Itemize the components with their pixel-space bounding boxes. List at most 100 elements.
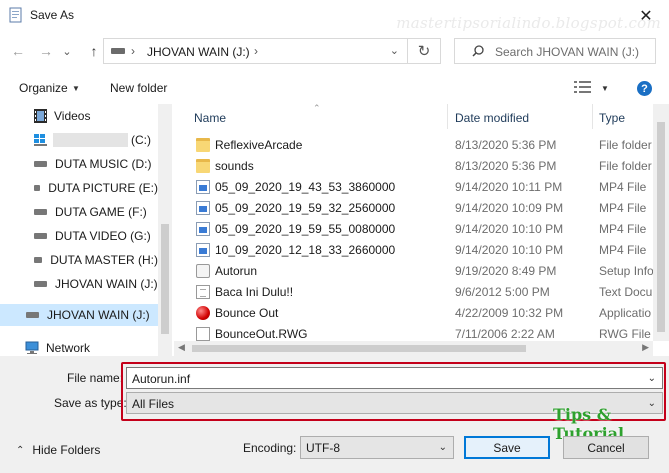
- sidebar-item-j-drive[interactable]: JHOVAN WAIN (J:): [0, 273, 158, 295]
- column-divider[interactable]: [447, 104, 448, 129]
- forward-button[interactable]: →: [36, 42, 56, 60]
- column-header-type[interactable]: Type: [599, 104, 625, 129]
- column-header-name[interactable]: Name: [194, 104, 226, 129]
- file-type: File folder: [599, 159, 652, 173]
- view-dropdown-icon[interactable]: ▼: [601, 84, 609, 93]
- chevron-down-icon: ⌄: [62, 45, 72, 58]
- sidebar-item-d-drive[interactable]: DUTA MUSIC (D:): [0, 153, 158, 175]
- file-name: Baca Ini Dulu!!: [215, 285, 294, 299]
- file-row[interactable]: 10_09_2020_12_18_33_2660000 9/14/2020 10…: [174, 240, 653, 261]
- chevron-down-icon[interactable]: ⌄: [390, 44, 399, 57]
- refresh-button[interactable]: ↻: [408, 38, 441, 64]
- file-name: Autorun: [215, 264, 258, 278]
- column-divider[interactable]: [592, 104, 593, 129]
- file-row[interactable]: 05_09_2020_19_59_55_0080000 9/14/2020 10…: [174, 219, 653, 240]
- file-name: 05_09_2020_19_43_53_3860000: [215, 180, 396, 194]
- sidebar-item-label: DUTA MUSIC (D:): [55, 157, 152, 171]
- scrollbar-thumb[interactable]: [192, 345, 526, 352]
- organize-button[interactable]: Organize: [19, 81, 68, 95]
- help-button[interactable]: ?: [637, 81, 652, 96]
- collapse-icon: ⌃: [16, 444, 25, 456]
- file-row[interactable]: Autorun 9/19/2020 8:49 PM Setup Info: [174, 261, 653, 282]
- breadcrumb-chevron-icon[interactable]: ›: [254, 44, 258, 58]
- file-name: Bounce Out: [215, 306, 279, 320]
- sidebar-item-label: DUTA VIDEO (G:): [55, 229, 151, 243]
- organize-dropdown-icon[interactable]: ▼: [72, 84, 80, 93]
- column-header-date[interactable]: Date modified: [455, 104, 529, 129]
- file-name: ReflexiveArcade: [215, 138, 303, 152]
- recent-locations-button[interactable]: ⌄: [60, 42, 74, 60]
- drive-icon: [34, 281, 47, 287]
- file-type: Applicatio: [599, 306, 652, 320]
- file-name: 05_09_2020_19_59_55_0080000: [215, 222, 396, 236]
- sidebar-item-videos[interactable]: Videos: [0, 105, 158, 127]
- redacted-drive-label: [53, 133, 128, 147]
- sidebar-item-h-drive[interactable]: DUTA MASTER (H:): [0, 249, 158, 271]
- sidebar-item-j-drive-selected[interactable]: JHOVAN WAIN (J:): [0, 304, 158, 326]
- back-button[interactable]: ←: [8, 42, 28, 60]
- sidebar-item-label: Network: [46, 341, 91, 355]
- file-row[interactable]: BounceOut.RWG 7/11/2006 2:22 AM RWG File: [174, 324, 653, 341]
- network-icon: [25, 341, 39, 354]
- sidebar-item-label: DUTA GAME (F:): [55, 205, 147, 219]
- command-bar: Organize ▼ New folder ▼ ?: [0, 72, 669, 104]
- sidebar-item-label: JHOVAN WAIN (J:): [55, 277, 158, 291]
- text-document-icon: [196, 285, 210, 299]
- scrollbar-thumb[interactable]: [657, 122, 665, 332]
- drive-icon: [34, 209, 47, 215]
- setup-info-icon: [196, 264, 210, 278]
- search-input[interactable]: Search JHOVAN WAIN (J:): [454, 38, 656, 64]
- video-file-icon: [196, 222, 210, 236]
- drive-icon: [34, 185, 41, 191]
- video-file-icon: [196, 201, 210, 215]
- breadcrumb[interactable]: JHOVAN WAIN (J:): [147, 45, 250, 59]
- search-icon: [472, 45, 484, 57]
- view-options-icon[interactable]: [574, 80, 592, 94]
- cancel-button[interactable]: Cancel: [563, 436, 649, 459]
- sidebar-scrollbar[interactable]: [158, 104, 172, 356]
- up-button[interactable]: ↑: [84, 42, 104, 60]
- folder-icon: [196, 138, 210, 152]
- scrollbar-thumb[interactable]: [161, 224, 169, 334]
- file-date: 4/22/2009 10:32 PM: [455, 306, 564, 320]
- windows-drive-icon: [34, 134, 47, 146]
- new-folder-button[interactable]: New folder: [110, 81, 167, 95]
- file-list: ⌃ Name Date modified Type ReflexiveArcad…: [174, 104, 653, 341]
- file-type: File folder: [599, 138, 652, 152]
- file-row[interactable]: 05_09_2020_19_43_53_3860000 9/14/2020 10…: [174, 177, 653, 198]
- file-row[interactable]: sounds 8/13/2020 5:36 PM File folder: [174, 156, 653, 177]
- encoding-select[interactable]: UTF-8 ⌄: [300, 436, 454, 459]
- file-date: 9/14/2020 10:10 PM: [455, 222, 564, 236]
- hide-folders-button[interactable]: ⌃ Hide Folders: [16, 443, 100, 457]
- file-name: 10_09_2020_12_18_33_2660000: [215, 243, 396, 257]
- file-row[interactable]: Baca Ini Dulu!! 9/6/2012 5:00 PM Text Do…: [174, 282, 653, 303]
- sidebar-item-g-drive[interactable]: DUTA VIDEO (G:): [0, 225, 158, 247]
- file-type: MP4 File: [599, 243, 647, 257]
- generic-file-icon: [196, 327, 210, 341]
- drive-icon: [26, 312, 39, 318]
- forward-arrow-icon: →: [39, 43, 53, 59]
- sidebar-item-label: DUTA PICTURE (E:): [48, 181, 158, 195]
- close-button[interactable]: ✕: [623, 0, 669, 31]
- save-button[interactable]: Save: [464, 436, 550, 459]
- address-bar[interactable]: › JHOVAN WAIN (J:) › ⌄: [103, 38, 408, 64]
- file-row[interactable]: ReflexiveArcade 8/13/2020 5:36 PM File f…: [174, 135, 653, 156]
- file-row[interactable]: 05_09_2020_19_59_32_2560000 9/14/2020 10…: [174, 198, 653, 219]
- videos-icon: [34, 109, 47, 123]
- search-placeholder: Search JHOVAN WAIN (J:): [495, 45, 640, 59]
- refresh-icon: ↻: [417, 43, 431, 60]
- sidebar-item-e-drive[interactable]: DUTA PICTURE (E:): [0, 177, 158, 199]
- file-row[interactable]: Bounce Out 4/22/2009 10:32 PM Applicatio: [174, 303, 653, 324]
- sidebar-item-c-drive[interactable]: (C:): [0, 129, 158, 151]
- file-date: 9/14/2020 10:11 PM: [455, 180, 563, 194]
- file-list-scrollbar[interactable]: [653, 104, 669, 341]
- scroll-left-icon[interactable]: ◀: [178, 342, 185, 353]
- file-name-label: File name:: [67, 371, 124, 385]
- scroll-right-icon[interactable]: ▶: [642, 342, 649, 353]
- save-as-type-label: Save as type:: [54, 396, 127, 410]
- breadcrumb-chevron-icon: ›: [131, 44, 135, 58]
- sidebar-item-f-drive[interactable]: DUTA GAME (F:): [0, 201, 158, 223]
- sidebar-item-network[interactable]: Network: [0, 337, 158, 356]
- file-type: MP4 File: [599, 201, 647, 215]
- horizontal-scrollbar[interactable]: ◀ ▶: [174, 341, 653, 356]
